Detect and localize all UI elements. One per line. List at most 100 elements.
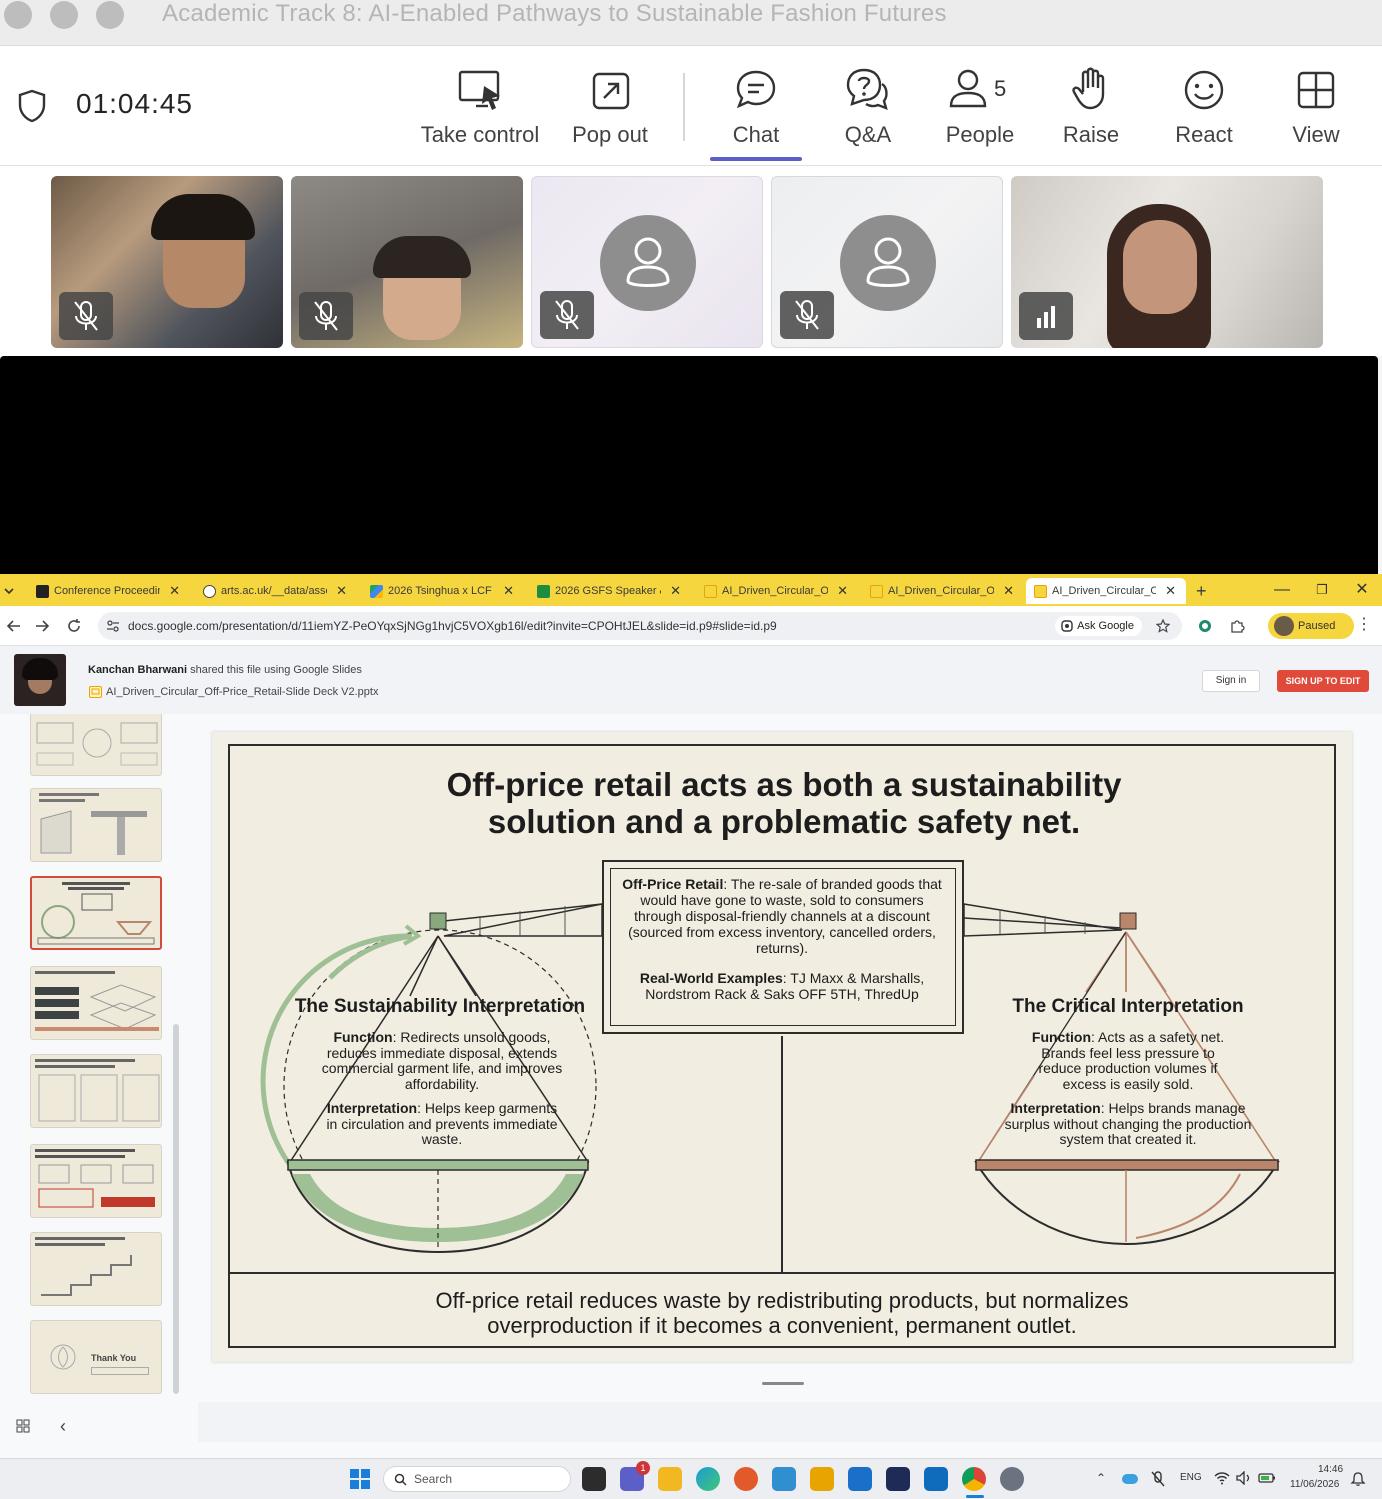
browser-tab[interactable]: AI_Driven_Circular_Off ✕ bbox=[702, 578, 848, 604]
pop-out-button[interactable]: Pop out bbox=[566, 66, 654, 158]
browser-tab[interactable]: arts.ac.uk/__data/asset ✕ bbox=[201, 578, 347, 604]
sign-in-button[interactable]: Sign in bbox=[1202, 670, 1260, 692]
zoom-window-button[interactable] bbox=[96, 1, 124, 29]
settings-gear-icon[interactable] bbox=[1000, 1467, 1024, 1491]
speaker-notes-panel[interactable] bbox=[198, 1402, 1382, 1442]
right-pivot bbox=[1119, 912, 1137, 930]
participant-tile[interactable] bbox=[51, 176, 283, 348]
office-app-icon[interactable] bbox=[810, 1467, 834, 1491]
edge-icon[interactable] bbox=[696, 1467, 720, 1491]
close-icon[interactable]: ✕ bbox=[1003, 578, 1014, 604]
slide-thumbnail[interactable] bbox=[30, 714, 162, 776]
mic-muted-icon[interactable] bbox=[1150, 1470, 1166, 1488]
slide-thumbnail[interactable] bbox=[30, 1144, 162, 1218]
chrome-icon[interactable] bbox=[962, 1467, 986, 1491]
slide-filmstrip: Thank You bbox=[0, 714, 185, 1404]
slide-thumbnail[interactable] bbox=[30, 788, 162, 862]
close-icon[interactable]: ✕ bbox=[670, 578, 681, 604]
people-button[interactable]: 5 People bbox=[938, 66, 1022, 158]
browser-tab[interactable]: AI_Driven_Circular_Off ✕ bbox=[868, 578, 1014, 604]
restore-browser-button[interactable]: ❐ bbox=[1302, 574, 1342, 606]
tab-label: Conference Proceeding bbox=[54, 585, 160, 597]
participant-tile[interactable] bbox=[1011, 176, 1323, 348]
teams-icon[interactable]: 1 bbox=[620, 1461, 650, 1491]
ask-google-button[interactable]: Ask Google bbox=[1055, 616, 1142, 636]
slide-title-line-2: solution and a problematic safety net. bbox=[487, 803, 1081, 840]
sign-up-button[interactable]: SIGN UP TO EDIT bbox=[1277, 670, 1369, 692]
clock-time[interactable]: 14:46 bbox=[1318, 1464, 1343, 1475]
sharer-name: Kanchan Bharwani bbox=[88, 664, 188, 676]
reload-icon[interactable] bbox=[66, 618, 82, 634]
profile-button[interactable]: Paused bbox=[1268, 613, 1354, 639]
tab-list-button[interactable] bbox=[2, 578, 22, 604]
close-browser-button[interactable]: ✕ bbox=[1342, 574, 1382, 606]
star-icon[interactable] bbox=[1156, 619, 1170, 633]
back-arrow-icon[interactable] bbox=[6, 618, 22, 634]
windows-start-icon[interactable] bbox=[349, 1468, 371, 1490]
slide-thumbnail[interactable] bbox=[30, 1054, 162, 1128]
omnibox[interactable]: docs.google.com/presentation/d/11iemYZ-P… bbox=[98, 612, 1182, 640]
slide-thumbnail[interactable] bbox=[30, 1232, 162, 1306]
close-icon[interactable]: ✕ bbox=[503, 578, 514, 604]
new-tab-button[interactable]: + bbox=[1196, 578, 1216, 604]
raise-hand-button[interactable]: Raise bbox=[1058, 66, 1124, 158]
right-description: Function: Acts as a safety net. Brands f… bbox=[1000, 1029, 1256, 1157]
url-text[interactable]: docs.google.com/presentation/d/11iemYZ-P… bbox=[128, 612, 777, 640]
vscode-like-icon[interactable] bbox=[886, 1467, 910, 1491]
notification-bell-icon[interactable] bbox=[1350, 1471, 1366, 1487]
participant-tile[interactable] bbox=[291, 176, 523, 348]
browser-tab-active[interactable]: AI_Driven_Circular_Off ✕ bbox=[1026, 578, 1186, 604]
browser-tab[interactable]: 2026 GSFS Speaker & ✕ bbox=[535, 578, 681, 604]
slide-thumbnail[interactable]: Thank You bbox=[30, 1320, 162, 1394]
shield-icon[interactable] bbox=[16, 88, 48, 124]
lens-icon bbox=[1061, 620, 1073, 632]
battery-icon[interactable] bbox=[1258, 1472, 1276, 1484]
chevron-up-icon[interactable]: ⌃ bbox=[1096, 1471, 1106, 1485]
slides-file-icon bbox=[89, 686, 102, 698]
participant-tile[interactable] bbox=[771, 176, 1003, 348]
clock-date[interactable]: 11/06/2026 bbox=[1290, 1479, 1339, 1490]
task-view-icon[interactable] bbox=[582, 1467, 606, 1491]
os-taskbar: Search 1 ⌃ ENG 14:46 11/06/2026 bbox=[0, 1458, 1382, 1499]
qa-button[interactable]: Q&A bbox=[832, 66, 904, 158]
chevron-left-icon[interactable]: ‹ bbox=[60, 1416, 66, 1437]
minimize-browser-button[interactable]: — bbox=[1262, 574, 1302, 606]
filmstrip-scrollbar[interactable] bbox=[173, 1024, 179, 1394]
outlook-icon[interactable] bbox=[924, 1467, 948, 1491]
browser-tab[interactable]: 2026 Tsinghua x LCF G ✕ bbox=[368, 578, 514, 604]
react-button[interactable]: React bbox=[1170, 66, 1238, 158]
wifi-icon[interactable] bbox=[1214, 1471, 1230, 1485]
grid-view-icon[interactable] bbox=[16, 1419, 30, 1433]
language-indicator[interactable]: ENG bbox=[1180, 1472, 1202, 1483]
minimize-window-button[interactable] bbox=[50, 1, 78, 29]
media-app-icon[interactable] bbox=[734, 1467, 758, 1491]
people-label: People bbox=[945, 122, 1015, 147]
close-icon[interactable]: ✕ bbox=[336, 578, 347, 604]
left-function-term: Function bbox=[333, 1029, 393, 1045]
slide-thumbnail-selected[interactable] bbox=[30, 876, 162, 950]
forward-arrow-icon[interactable] bbox=[34, 618, 50, 634]
site-settings-icon[interactable] bbox=[106, 619, 120, 633]
speaker-notes-handle[interactable] bbox=[762, 1382, 804, 1385]
volume-icon[interactable] bbox=[1236, 1471, 1252, 1485]
take-control-button[interactable]: Take control bbox=[414, 66, 546, 158]
file-explorer-icon[interactable] bbox=[658, 1467, 682, 1491]
view-button[interactable]: View bbox=[1284, 66, 1348, 158]
chat-button[interactable]: Chat bbox=[712, 66, 800, 158]
browser-tab[interactable]: Conference Proceeding ✕ bbox=[34, 578, 180, 604]
slide-thumbnail[interactable] bbox=[30, 966, 162, 1040]
extension-icon[interactable] bbox=[1197, 618, 1213, 634]
taskbar-search[interactable]: Search bbox=[383, 1466, 571, 1492]
close-window-button[interactable] bbox=[4, 1, 32, 29]
examples-term: Real-World Examples bbox=[639, 970, 783, 986]
puzzle-icon[interactable] bbox=[1229, 618, 1245, 634]
participant-tile[interactable] bbox=[531, 176, 763, 348]
network-app-icon[interactable] bbox=[772, 1467, 796, 1491]
close-icon[interactable]: ✕ bbox=[837, 578, 848, 604]
onedrive-icon[interactable] bbox=[1122, 1474, 1138, 1484]
close-icon[interactable]: ✕ bbox=[169, 578, 180, 604]
file-name[interactable]: AI_Driven_Circular_Off-Price_Retail-Slid… bbox=[106, 686, 378, 698]
calendar-app-icon[interactable] bbox=[848, 1467, 872, 1491]
browser-menu-button[interactable]: ⋮ bbox=[1356, 614, 1372, 634]
close-icon[interactable]: ✕ bbox=[1165, 578, 1176, 604]
